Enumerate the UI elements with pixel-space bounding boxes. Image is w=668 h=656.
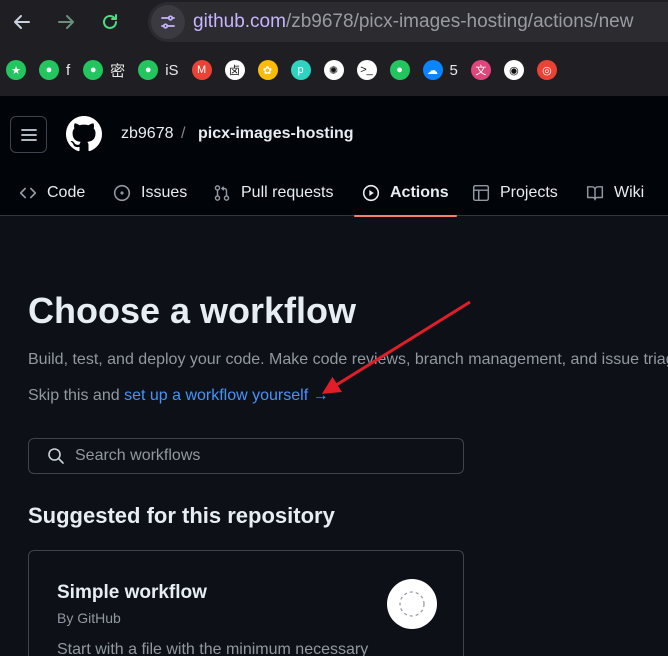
- page: github.com/zb9678/picx-images-hosting/ac…: [0, 0, 668, 656]
- tab-projects-label: Projects: [500, 184, 558, 201]
- bookmarks-bar: ★ ● f ● 密 ● iS M 卤 ✿ p ✺ >_ ● ☁ 5 文 ◉ ◎: [0, 44, 668, 96]
- gmail-icon: M: [191, 60, 212, 80]
- back-button[interactable]: [0, 0, 44, 44]
- globe-icon: ●: [39, 60, 59, 80]
- tab-code-label: Code: [47, 184, 86, 201]
- active-tab-underline: [354, 215, 457, 217]
- skip-prefix: Skip this and: [28, 387, 120, 404]
- forward-button[interactable]: [44, 0, 88, 44]
- arrow-right-icon: [58, 15, 74, 29]
- bookmark-item[interactable]: M: [191, 44, 212, 96]
- tab-projects[interactable]: Projects: [472, 170, 558, 216]
- bookmark-item[interactable]: ● iS: [138, 44, 179, 96]
- bookmark-label: 5: [449, 61, 458, 79]
- bookmark-label: f: [66, 61, 71, 79]
- breadcrumb-separator: /: [181, 125, 186, 142]
- search-workflows-input[interactable]: [75, 447, 455, 465]
- url-host: github.com: [193, 11, 286, 32]
- github-icon: ◉: [503, 60, 524, 80]
- repo-name-link[interactable]: picx-images-hosting: [198, 125, 354, 143]
- arrow-left-icon: [14, 15, 30, 29]
- play-icon: [362, 184, 380, 202]
- tab-actions-label: Actions: [390, 184, 449, 201]
- globe-icon: ●: [83, 60, 104, 80]
- bookmark-item[interactable]: ● f: [39, 44, 70, 96]
- bookmark-label: iS: [165, 61, 179, 79]
- tab-issues-label: Issues: [141, 184, 188, 201]
- bookmark-label: 密: [110, 62, 126, 80]
- bookmark-item[interactable]: ☁ 5: [422, 44, 458, 96]
- openai-icon: ✺: [323, 60, 344, 80]
- workflow-card[interactable]: Simple workflow By GitHub Start with a f…: [28, 550, 464, 656]
- bookmark-item[interactable]: 文: [470, 44, 491, 96]
- page-subtitle: Build, test, and deploy your code. Make …: [28, 351, 668, 368]
- p-icon: p: [290, 60, 311, 80]
- site-settings-icon[interactable]: [151, 5, 185, 39]
- issue-opened-icon: [113, 184, 131, 202]
- mask-icon: 卤: [224, 60, 245, 80]
- translate-icon: 文: [470, 60, 491, 80]
- bookmark-item[interactable]: p: [290, 44, 311, 96]
- bookmark-item[interactable]: ● 密: [83, 44, 125, 96]
- arrow-right-icon: →: [312, 387, 329, 404]
- search-icon: [48, 448, 64, 464]
- bookmark-item[interactable]: >_: [356, 44, 377, 96]
- bookmark-item[interactable]: ◉: [503, 44, 524, 96]
- tab-wiki-label: Wiki: [614, 184, 645, 201]
- suggested-heading: Suggested for this repository: [28, 503, 335, 528]
- tab-wiki[interactable]: Wiki: [586, 170, 644, 216]
- url-bar[interactable]: github.com/zb9678/picx-images-hosting/ac…: [148, 2, 668, 42]
- github-logo-icon[interactable]: [66, 116, 102, 152]
- reload-icon: [103, 14, 117, 29]
- globe-icon: ●: [138, 60, 159, 80]
- workflow-card-author: By GitHub: [57, 610, 121, 626]
- code-icon: [19, 187, 37, 199]
- table-icon: [472, 184, 490, 202]
- bookmark-item[interactable]: ✿: [257, 44, 278, 96]
- menu-button[interactable]: [10, 116, 47, 153]
- url-text: github.com/zb9678/picx-images-hosting/ac…: [193, 11, 633, 33]
- bookmark-item[interactable]: ✺: [323, 44, 344, 96]
- bookmark-item[interactable]: 卤: [224, 44, 245, 96]
- photos-icon: ✿: [257, 60, 278, 80]
- chrome-icon: ◎: [536, 60, 557, 80]
- onedrive-icon: ☁: [422, 60, 443, 80]
- repo-tabs: Code Issues Pull requests Actions Projec…: [0, 170, 668, 217]
- skip-line: Skip this and set up a workflow yourself…: [28, 387, 329, 405]
- tab-actions[interactable]: Actions: [354, 170, 457, 217]
- bookmark-item[interactable]: ●: [389, 44, 410, 96]
- workflow-logo-icon: [387, 579, 437, 629]
- tab-pull-requests-label: Pull requests: [241, 184, 334, 201]
- reload-button[interactable]: [88, 0, 132, 44]
- search-workflows-field[interactable]: [28, 438, 464, 474]
- book-icon: [586, 186, 604, 201]
- setup-workflow-yourself-link[interactable]: set up a workflow yourself →: [124, 387, 329, 404]
- hamburger-icon: [20, 128, 37, 141]
- star-icon: ★: [6, 60, 26, 80]
- github-header: zb9678 / picx-images-hosting Code Issues…: [0, 96, 668, 217]
- browser-address-bar: github.com/zb9678/picx-images-hosting/ac…: [0, 0, 668, 44]
- repo-owner-link[interactable]: zb9678: [121, 125, 174, 143]
- terminal-face-icon: >_: [356, 60, 377, 80]
- setup-workflow-link-label: set up a workflow yourself: [124, 387, 309, 404]
- workflow-card-description: Start with a file with the minimum neces…: [57, 641, 369, 656]
- bookmark-item[interactable]: ★: [6, 44, 26, 96]
- workflow-card-title: Simple workflow: [57, 582, 207, 603]
- tab-issues[interactable]: Issues: [113, 170, 187, 216]
- bookmark-item[interactable]: ◎: [536, 44, 557, 96]
- url-path: /zb9678/picx-images-hosting/actions/new: [285, 11, 634, 32]
- globe-icon: ●: [389, 60, 410, 80]
- tab-code[interactable]: Code: [19, 170, 85, 216]
- git-pull-request-icon: [214, 185, 230, 201]
- tab-pull-requests[interactable]: Pull requests: [213, 170, 334, 216]
- page-title: Choose a workflow: [28, 290, 357, 331]
